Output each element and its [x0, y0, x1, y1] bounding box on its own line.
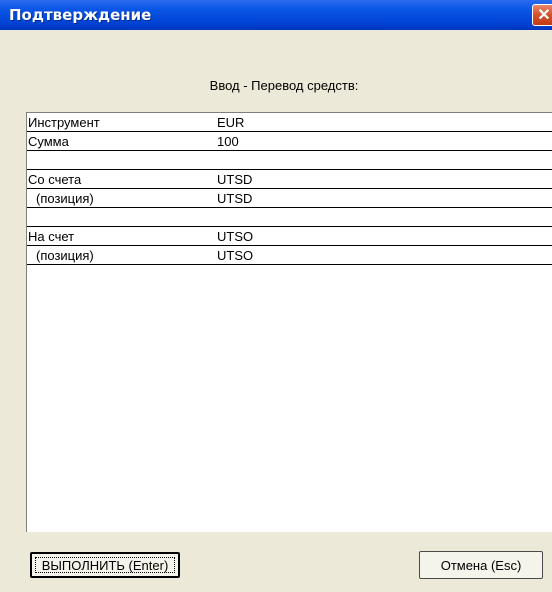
cancel-button[interactable]: Отмена (Esc): [419, 551, 543, 579]
confirmation-dialog: Подтверждение ✕ Ввод - Перевод средств: …: [0, 0, 552, 592]
table-row: Со счета UTSD: [27, 170, 552, 189]
close-icon: ✕: [537, 7, 551, 24]
operation-subtitle: Ввод - Перевод средств:: [209, 78, 359, 93]
row-label: (позиция): [36, 191, 94, 206]
execute-button[interactable]: ВЫПОЛНИТЬ (Enter): [30, 552, 180, 578]
row-label: На счет: [28, 229, 75, 244]
table-row: Сумма 100: [27, 132, 552, 151]
row-value: UTSD: [217, 191, 253, 206]
table-row: [27, 151, 552, 170]
focus-rectangle: [35, 557, 175, 573]
row-label: Инструмент: [28, 115, 100, 130]
close-button[interactable]: ✕: [532, 4, 552, 26]
table-row: Инструмент EUR: [27, 113, 552, 132]
table-row: (позиция) UTSO: [27, 246, 552, 265]
table-row: На счет UTSO: [27, 227, 552, 246]
row-value: 100: [217, 134, 239, 149]
table-row: [27, 208, 552, 227]
table-row: (позиция) UTSD: [27, 189, 552, 208]
cancel-button-label: Отмена (Esc): [440, 557, 522, 573]
row-label: Со счета: [28, 172, 82, 187]
details-table: Инструмент EUR Сумма 100 Со счета UTSD (…: [26, 112, 552, 532]
title-bar[interactable]: Подтверждение ✕: [0, 0, 552, 30]
row-value: UTSD: [217, 172, 253, 187]
row-label: Сумма: [28, 134, 69, 149]
window-title: Подтверждение: [9, 6, 152, 24]
row-value: EUR: [217, 115, 245, 130]
row-value: UTSO: [217, 248, 254, 263]
row-value: UTSO: [217, 229, 254, 244]
row-label: (позиция): [36, 248, 94, 263]
